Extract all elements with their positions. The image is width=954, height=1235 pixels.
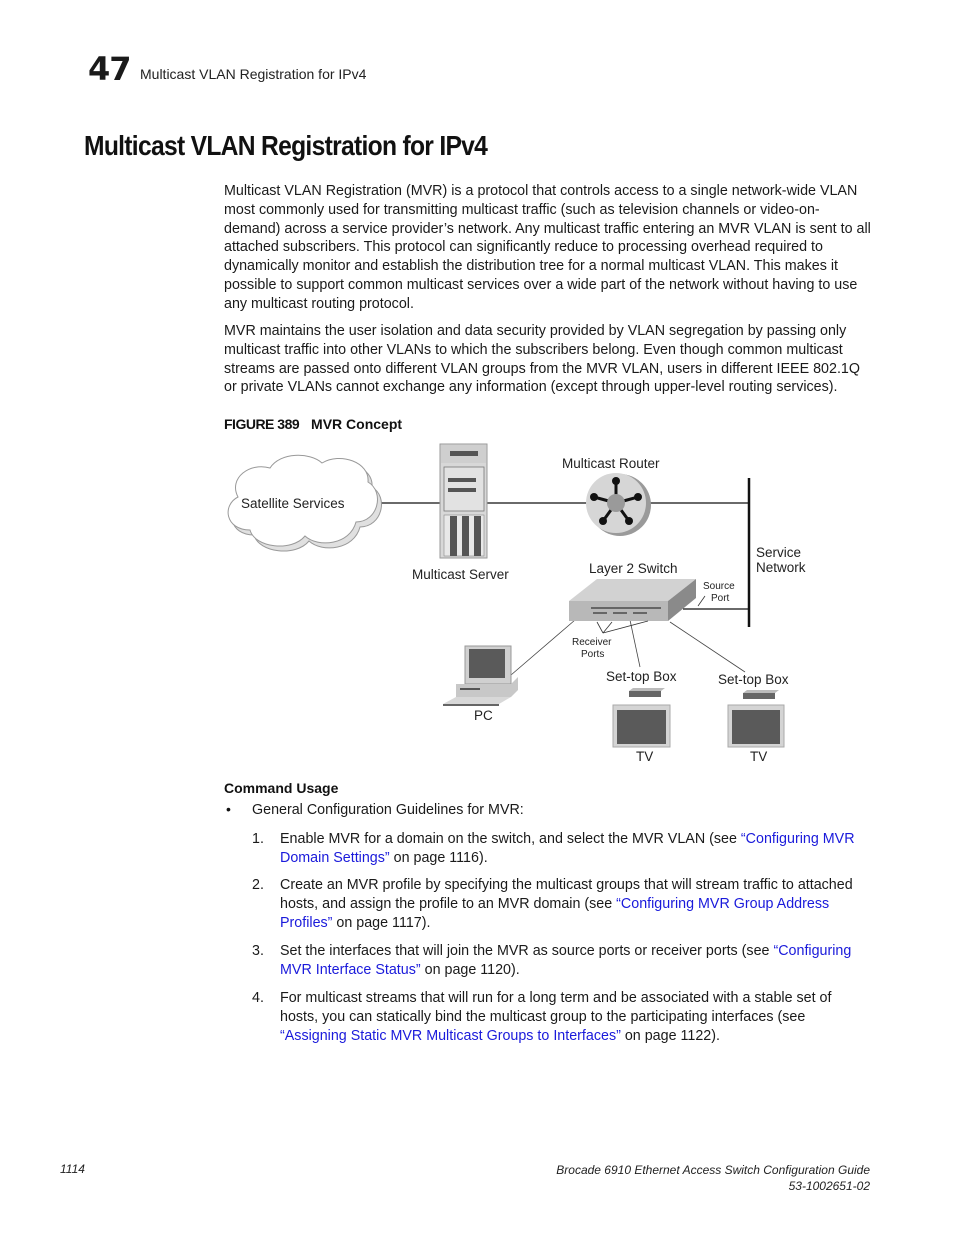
server-label: Multicast Server bbox=[412, 567, 509, 582]
step-text: For multicast streams that will run for … bbox=[280, 990, 832, 1025]
receiver-ports-label-2: Ports bbox=[581, 649, 604, 660]
step-text: Set the interfaces that will join the MV… bbox=[280, 943, 774, 959]
multicast-server-icon bbox=[439, 443, 488, 559]
switch-label: Layer 2 Switch bbox=[589, 561, 678, 576]
source-port-label-1: Source bbox=[703, 581, 735, 592]
page-title: Multicast VLAN Registration for IPv4 bbox=[84, 130, 488, 161]
satellite-cloud-icon bbox=[227, 454, 382, 552]
step-text-tail: on page 1117). bbox=[332, 914, 431, 931]
link-assigning-static-mvr-groups[interactable]: “Assigning Static MVR Multicast Groups t… bbox=[280, 1028, 621, 1044]
set-top-box-icon-2 bbox=[743, 690, 779, 699]
step-text: Enable MVR for a domain on the switch, a… bbox=[280, 831, 741, 847]
footer-page-number: 1114 bbox=[60, 1162, 85, 1176]
step-item: 1. Enable MVR for a domain on the switch… bbox=[252, 830, 872, 868]
step-item: 4. For multicast streams that will run f… bbox=[252, 989, 872, 1045]
isolation-paragraph: MVR maintains the user isolation and dat… bbox=[224, 323, 861, 396]
multicast-router-icon bbox=[586, 473, 651, 536]
tv-icon-1 bbox=[612, 704, 671, 748]
intro-paragraph: Multicast VLAN Registration (MVR) is a p… bbox=[224, 183, 871, 312]
figure-label: FIGURE 389 bbox=[224, 416, 300, 432]
source-port-label-2: Port bbox=[711, 593, 730, 604]
tv-icon-2 bbox=[727, 704, 785, 748]
command-usage-heading: Command Usage bbox=[224, 780, 339, 796]
receiver-ports-label-1: Receiver bbox=[572, 637, 612, 648]
step-text-tail: on page 1116). bbox=[389, 849, 488, 866]
router-label: Multicast Router bbox=[562, 456, 660, 471]
source-port-arrow bbox=[697, 595, 706, 607]
step-item: 2. Create an MVR profile by specifying t… bbox=[252, 876, 872, 932]
connection-lines bbox=[370, 502, 749, 610]
figure-title: MVR Concept bbox=[311, 416, 403, 432]
service-network-label-2: Network bbox=[756, 560, 806, 575]
bullet-icon: • bbox=[226, 801, 231, 817]
footer-doc-info: Brocade 6910 Ethernet Access Switch Conf… bbox=[556, 1162, 870, 1194]
tv-label-2: TV bbox=[750, 749, 767, 764]
layer2-switch-icon bbox=[569, 579, 696, 621]
set-top-box-label-1: Set-top Box bbox=[606, 669, 677, 684]
figure-caption: FIGURE 389 MVR Concept bbox=[224, 416, 402, 432]
tv-label-1: TV bbox=[636, 749, 653, 764]
set-top-box-label-2: Set-top Box bbox=[718, 672, 789, 687]
step-number: 2. bbox=[252, 877, 264, 893]
step-number: 3. bbox=[252, 943, 264, 959]
receiver-links bbox=[510, 619, 746, 676]
footer-doc-id: 53-1002651-02 bbox=[788, 1179, 870, 1193]
step-item: 3. Set the interfaces that will join the… bbox=[252, 942, 872, 980]
set-top-box-icon-1 bbox=[629, 688, 665, 697]
pc-icon bbox=[443, 645, 518, 706]
chapter-number: 47 bbox=[88, 50, 132, 88]
footer-doc-title: Brocade 6910 Ethernet Access Switch Conf… bbox=[556, 1163, 870, 1177]
service-network-label-1: Service bbox=[756, 545, 801, 560]
chapter-title: Multicast VLAN Registration for IPv4 bbox=[140, 66, 367, 82]
bullet-text: General Configuration Guidelines for MVR… bbox=[252, 802, 524, 818]
receiver-ports-arrows bbox=[596, 620, 649, 634]
step-text-tail: on page 1120). bbox=[420, 961, 520, 978]
pc-label: PC bbox=[474, 708, 493, 723]
step-number: 1. bbox=[252, 831, 264, 847]
step-text-tail: on page 1122). bbox=[620, 1027, 720, 1044]
satellite-label: Satellite Services bbox=[241, 496, 345, 511]
step-number: 4. bbox=[252, 990, 264, 1006]
